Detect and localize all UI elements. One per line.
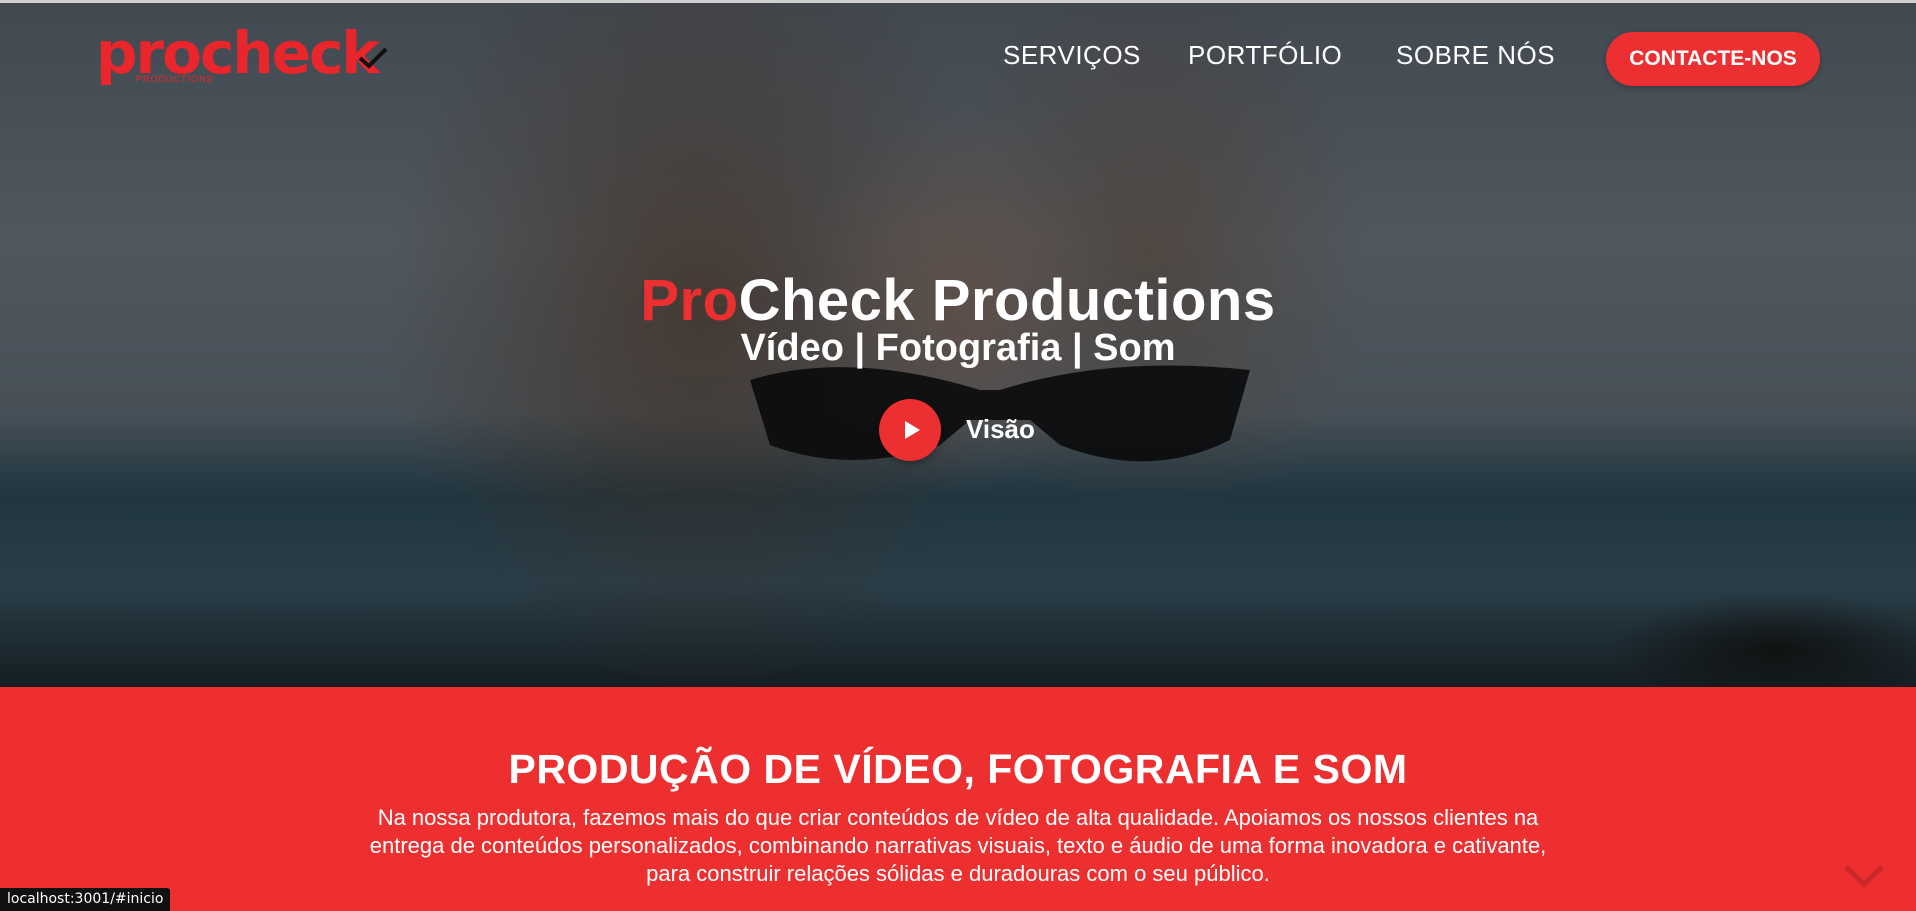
nav-link-sobre-nos[interactable]: SOBRE NÓS	[1396, 40, 1555, 71]
hero-title-rest: Check Productions	[738, 267, 1276, 333]
intro-text: Na nossa produtora, fazemos mais do que …	[369, 805, 1547, 886]
page: procheck PRODUCTIONS SERVIÇOS PORTFÓLIO …	[0, 0, 1916, 911]
contact-button[interactable]: CONTACTE-NOS	[1606, 32, 1820, 86]
play-icon	[905, 421, 920, 439]
status-bar-url: localhost:3001/#inicio	[0, 888, 171, 911]
site-header: procheck PRODUCTIONS SERVIÇOS PORTFÓLIO …	[0, 0, 1916, 110]
checkmark-icon	[358, 47, 388, 69]
window-top-border	[0, 0, 1916, 3]
hero-title: ProCheck Productions	[0, 267, 1916, 334]
logo[interactable]: procheck PRODUCTIONS	[96, 18, 396, 88]
intro-title: PRODUÇÃO DE VÍDEO, FOTOGRAFIA E SOM	[508, 746, 1408, 793]
nav-link-portfolio[interactable]: PORTFÓLIO	[1188, 40, 1342, 71]
nav-link-servicos[interactable]: SERVIÇOS	[1003, 40, 1141, 71]
chevron-down-icon[interactable]	[1842, 862, 1886, 890]
hero-title-accent: Pro	[640, 267, 739, 333]
play-video-button[interactable]	[879, 399, 941, 461]
play-video-label[interactable]: Visão	[966, 414, 1035, 445]
hero-subtitle: Vídeo | Fotografia | Som	[740, 327, 1176, 369]
logo-subtitle: PRODUCTIONS	[136, 74, 214, 84]
